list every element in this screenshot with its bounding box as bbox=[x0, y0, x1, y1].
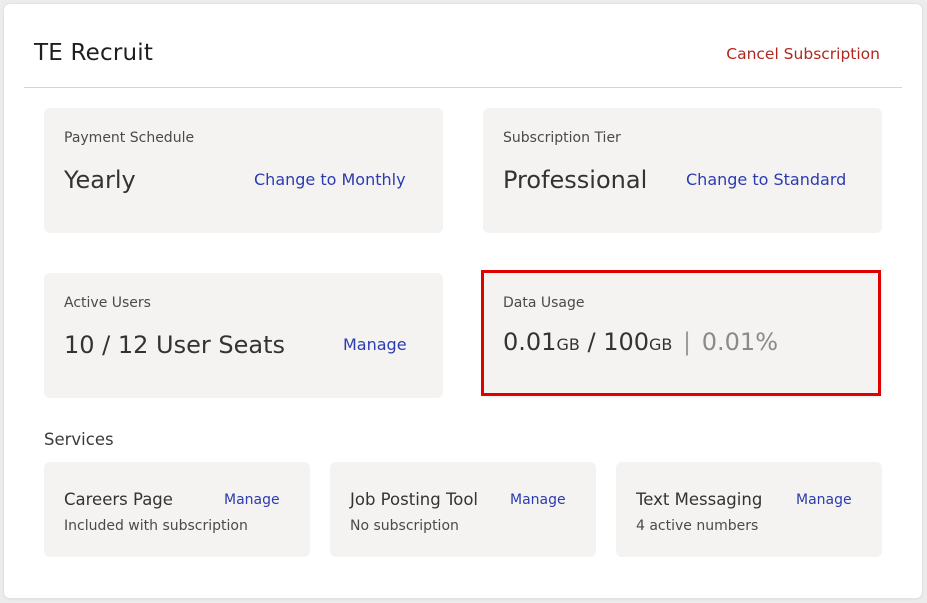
payment-schedule-value: Yearly bbox=[64, 166, 136, 194]
subscription-tier-panel: Subscription Tier Professional Change to… bbox=[483, 108, 882, 233]
data-usage-highlight bbox=[481, 270, 881, 396]
service-name: Careers Page bbox=[64, 490, 173, 509]
change-to-standard-link[interactable]: Change to Standard bbox=[686, 170, 846, 189]
page-title: TE Recruit bbox=[34, 40, 154, 66]
manage-text-messaging-link[interactable]: Manage bbox=[796, 492, 852, 508]
active-users-value: 10 / 12 User Seats bbox=[64, 331, 286, 359]
service-name: Text Messaging bbox=[636, 490, 763, 509]
subscription-tier-label: Subscription Tier bbox=[503, 130, 621, 146]
service-name: Job Posting Tool bbox=[350, 490, 479, 509]
cancel-subscription-link[interactable]: Cancel Subscription bbox=[726, 45, 880, 63]
payment-schedule-panel: Payment Schedule Yearly Change to Monthl… bbox=[44, 108, 443, 233]
service-status: 4 active numbers bbox=[636, 518, 759, 534]
subscription-tier-value: Professional bbox=[503, 166, 648, 194]
services-heading: Services bbox=[44, 430, 114, 449]
service-status: No subscription bbox=[350, 518, 459, 534]
change-to-monthly-link[interactable]: Change to Monthly bbox=[254, 170, 406, 189]
active-users-label: Active Users bbox=[64, 295, 151, 311]
service-card-text-messaging: Text Messaging Manage 4 active numbers bbox=[616, 462, 882, 557]
header-divider bbox=[24, 87, 902, 88]
manage-careers-page-link[interactable]: Manage bbox=[224, 492, 280, 508]
manage-users-link[interactable]: Manage bbox=[343, 335, 407, 354]
active-users-panel: Active Users 10 / 12 User Seats Manage bbox=[44, 273, 443, 398]
service-status: Included with subscription bbox=[64, 518, 248, 534]
service-card-careers-page: Careers Page Manage Included with subscr… bbox=[44, 462, 310, 557]
payment-schedule-label: Payment Schedule bbox=[64, 130, 195, 146]
service-card-job-posting-tool: Job Posting Tool Manage No subscription bbox=[330, 462, 596, 557]
manage-job-posting-tool-link[interactable]: Manage bbox=[510, 492, 566, 508]
